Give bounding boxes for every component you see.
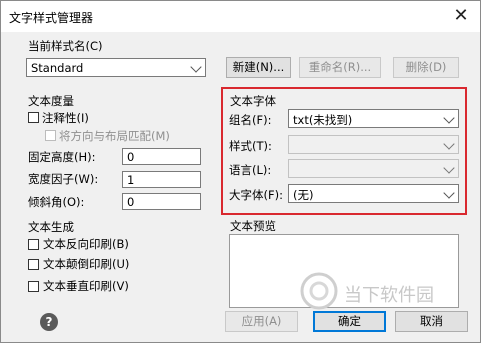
watermark-logo-icon — [299, 271, 339, 311]
oblique-angle-label: 倾斜角(O): — [28, 195, 85, 209]
match-orientation-label: 将方向与布局匹配(M) — [59, 129, 170, 143]
chevron-down-icon — [443, 138, 455, 150]
text-style-manager-dialog: 文字样式管理器 ✕ 当前样式名(C) Standard 新建(N)... 重命名… — [0, 0, 481, 343]
backwards-checkbox[interactable] — [28, 239, 39, 250]
annotative-label: 注释性(I) — [42, 111, 89, 125]
title-bar: 文字样式管理器 ✕ — [1, 1, 480, 32]
language-label: 语言(L): — [229, 163, 272, 177]
vertical-label: 文本垂直印刷(V) — [43, 279, 129, 293]
font-style-label: 样式(T): — [229, 139, 272, 153]
help-icon[interactable]: ? — [40, 313, 58, 331]
bigfont-select[interactable]: (无) — [288, 184, 459, 203]
vertical-checkbox[interactable] — [28, 281, 39, 292]
bigfont-label: 大字体(F): — [229, 188, 283, 202]
apply-button[interactable]: 应用(A) — [225, 311, 298, 332]
bigfont-value: (无) — [293, 188, 314, 202]
width-factor-value: 1 — [127, 173, 135, 187]
new-style-button[interactable]: 新建(N)... — [226, 57, 291, 78]
cancel-button[interactable]: 取消 — [395, 311, 468, 332]
chevron-down-icon — [443, 112, 455, 124]
match-orientation-checkbox[interactable] — [45, 130, 56, 141]
oblique-angle-value: 0 — [127, 195, 135, 209]
close-icon[interactable]: ✕ — [445, 3, 477, 29]
fixed-height-input[interactable]: 0 — [122, 148, 201, 165]
window-title: 文字样式管理器 — [9, 11, 94, 25]
chevron-down-icon — [443, 187, 455, 199]
chevron-down-icon — [443, 162, 455, 174]
annotative-checkbox[interactable] — [28, 112, 39, 123]
group-name-label: 组名(F): — [229, 113, 272, 127]
font-style-select[interactable] — [288, 135, 459, 154]
delete-style-button[interactable]: 删除(D) — [393, 57, 459, 78]
ok-button[interactable]: 确定 — [313, 311, 386, 332]
backwards-label: 文本反向印刷(B) — [43, 237, 129, 251]
fixed-height-label: 固定高度(H): — [28, 150, 96, 164]
rename-style-button[interactable]: 重命名(R)... — [299, 57, 381, 78]
metrics-heading: 文本度量 — [28, 94, 74, 108]
current-style-select[interactable]: Standard — [26, 58, 206, 77]
current-style-value: Standard — [31, 61, 84, 75]
width-factor-label: 宽度因子(W): — [28, 172, 99, 186]
width-factor-input[interactable]: 1 — [122, 171, 201, 188]
oblique-angle-input[interactable]: 0 — [122, 193, 201, 210]
language-select[interactable] — [288, 159, 459, 178]
upside-down-label: 文本颠倒印刷(U) — [43, 257, 130, 271]
generation-heading: 文本生成 — [28, 220, 74, 234]
preview-heading: 文本预览 — [230, 219, 276, 233]
watermark-text: 当下软件园 — [344, 285, 434, 306]
current-style-label: 当前样式名(C) — [28, 39, 103, 53]
chevron-down-icon — [190, 61, 202, 73]
fixed-height-value: 0 — [127, 150, 135, 164]
upside-down-checkbox[interactable] — [28, 259, 39, 270]
group-name-value: txt(未找到) — [293, 113, 353, 127]
group-name-select[interactable]: txt(未找到) — [288, 109, 459, 128]
font-heading: 文本字体 — [230, 94, 276, 108]
